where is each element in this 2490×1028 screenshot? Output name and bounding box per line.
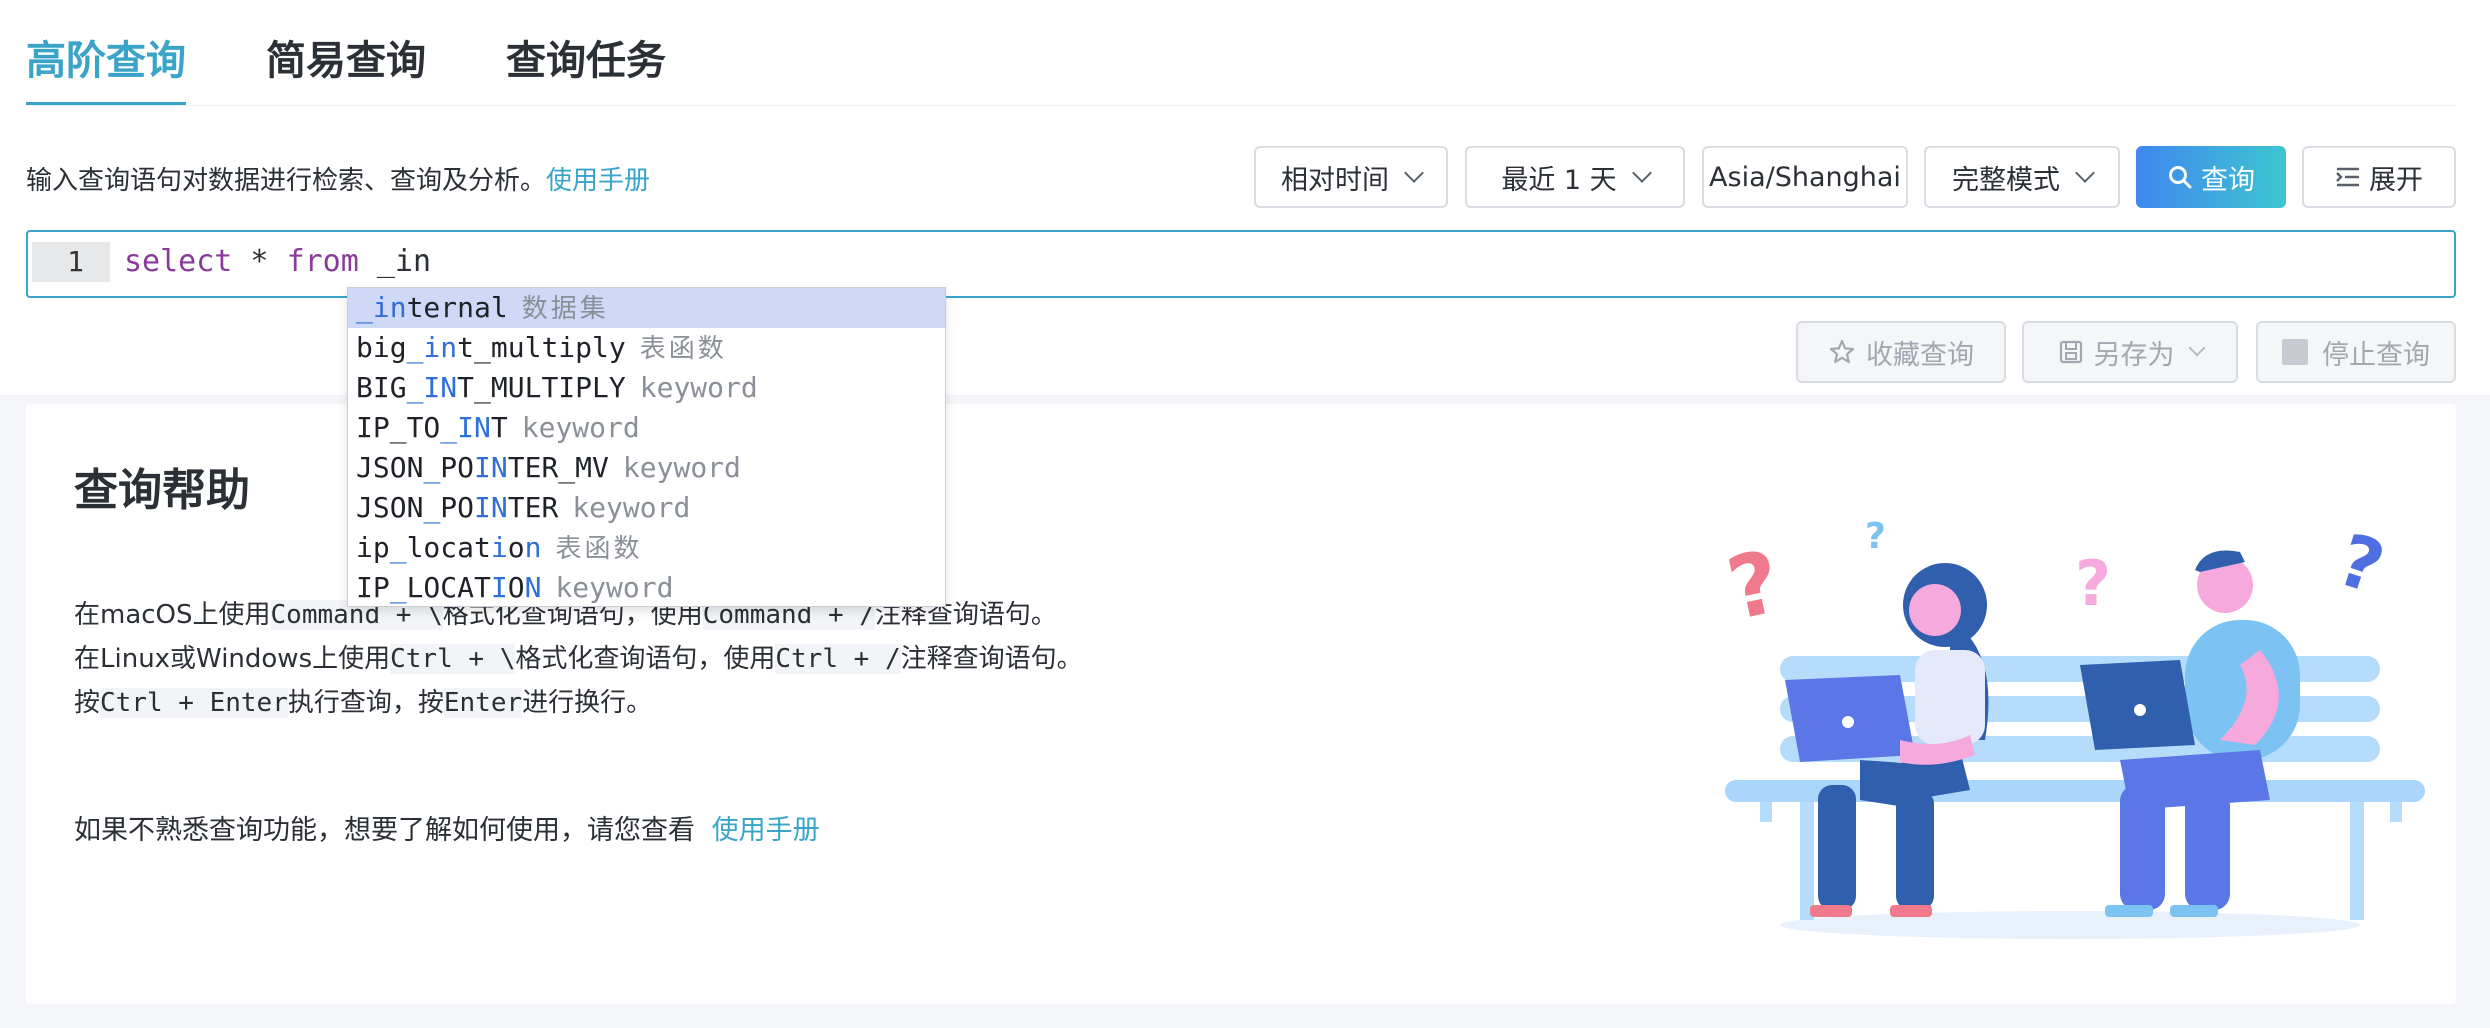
shortcut-newline: Enter	[443, 688, 523, 718]
tab-query-tasks[interactable]: 查询任务	[506, 28, 666, 86]
tab-simple-query[interactable]: 简易查询	[266, 28, 426, 86]
chevron-down-icon	[1631, 163, 1652, 183]
query-button[interactable]: 查询	[2136, 146, 2286, 208]
suggestion-type: 表函数	[639, 334, 727, 364]
shortcut-execute: Ctrl + Enter	[100, 688, 288, 718]
favorite-label: 收藏查询	[1866, 339, 1974, 371]
stop-label: 停止查询	[2322, 339, 2430, 371]
ground-shadow	[1780, 911, 2360, 939]
save-as-button[interactable]: 另存为	[2022, 321, 2238, 383]
keyword-select: select	[124, 244, 233, 279]
suggestion-type: keyword	[521, 411, 640, 444]
chevron-down-icon	[1404, 163, 1424, 183]
suggestion-big-int-multiply-func[interactable]: big_int_multiply 表函数	[348, 328, 945, 368]
timezone-value: Asia/Shanghai	[1709, 161, 1901, 193]
autocomplete-dropdown: _internal 数据集 big_int_multiply 表函数 BIG_INT…	[347, 287, 946, 607]
code-star: *	[232, 244, 287, 279]
code-typed: _in	[358, 244, 432, 279]
shortcut-format-win: Ctrl + \	[390, 644, 516, 674]
time-type-select[interactable]: 相对时间	[1254, 146, 1448, 208]
description-text: 输入查询语句对数据进行检索、查询及分析。	[26, 166, 547, 196]
help-manual-link[interactable]: 使用手册	[712, 815, 820, 846]
suggestion-json-pointer-mv[interactable]: JSON_POINTER_MV keyword	[348, 448, 945, 488]
save-as-label: 另存为	[2093, 339, 2175, 371]
tab-advanced-query[interactable]: 高阶查询	[26, 28, 186, 86]
favorite-query-button[interactable]: 收藏查询	[1796, 321, 2006, 383]
chevron-down-icon	[2188, 339, 2205, 357]
suggestion-type: keyword	[555, 571, 674, 604]
svg-text:?: ?	[1719, 532, 1789, 640]
time-range-value: 最近 1 天	[1501, 164, 1617, 196]
shortcut-comment-win: Ctrl + /	[775, 644, 901, 674]
search-icon	[2169, 166, 2192, 189]
tab-divider	[26, 105, 2456, 106]
manual-link[interactable]: 使用手册	[546, 166, 650, 196]
star-icon	[1829, 339, 1855, 364]
keyword-from: from	[286, 244, 359, 279]
svg-text:?: ?	[1865, 516, 1886, 557]
help-title: 查询帮助	[74, 465, 250, 516]
expand-button[interactable]: 展开	[2302, 146, 2456, 208]
suggestion-type: keyword	[572, 491, 691, 524]
query-code[interactable]: select * from _in	[124, 242, 431, 282]
time-range-select[interactable]: 最近 1 天	[1465, 146, 1685, 208]
svg-text:?: ?	[2328, 517, 2394, 610]
suggestion-type: keyword	[639, 371, 758, 404]
timezone-input[interactable]: Asia/Shanghai	[1702, 146, 1908, 208]
query-description: 输入查询语句对数据进行检索、查询及分析。使用手册	[26, 160, 650, 197]
mode-value: 完整模式	[1952, 164, 2060, 196]
time-type-value: 相对时间	[1281, 164, 1389, 196]
chevron-down-icon	[2075, 163, 2095, 183]
indent-list-icon	[2336, 167, 2359, 187]
suggestion-big-int-multiply-kw[interactable]: BIG_INT_MULTIPLY keyword	[348, 368, 945, 408]
suggestion-ip-to-int[interactable]: IP_TO_INT keyword	[348, 408, 945, 448]
suggestion-json-pointer[interactable]: JSON_POINTER keyword	[348, 488, 945, 528]
help-line-linux-windows: 在Linux或Windows上使用Ctrl + \格式化查询语句，使用Ctrl …	[74, 644, 1083, 674]
suggestion-internal[interactable]: _internal 数据集	[348, 288, 945, 328]
mode-select[interactable]: 完整模式	[1924, 146, 2120, 208]
suggestion-type: keyword	[622, 451, 741, 484]
svg-text:?: ?	[2075, 547, 2111, 620]
help-line-execute: 按Ctrl + Enter执行查询，按Enter进行换行。	[74, 688, 653, 718]
query-button-label: 查询	[2201, 164, 2255, 196]
stop-icon	[2282, 339, 2308, 365]
help-tip-text: 如果不熟悉查询功能，想要了解如何使用，请您查看	[74, 815, 695, 846]
suggestion-ip-location-kw[interactable]: IP_LOCATION keyword	[348, 568, 945, 606]
expand-button-label: 展开	[2369, 164, 2423, 196]
suggestion-type: 表函数	[555, 534, 643, 564]
suggestion-ip-location-func[interactable]: ip_location 表函数	[348, 528, 945, 568]
save-icon	[2059, 340, 2082, 364]
stop-query-button[interactable]: 停止查询	[2256, 321, 2456, 383]
people-on-bench-illustration: ? ? ? ?	[1719, 516, 2425, 939]
suggestion-type: 数据集	[521, 294, 609, 324]
help-tip: 如果不熟悉查询功能，想要了解如何使用，请您查看 使用手册	[74, 808, 820, 847]
line-number: 1	[32, 242, 110, 282]
